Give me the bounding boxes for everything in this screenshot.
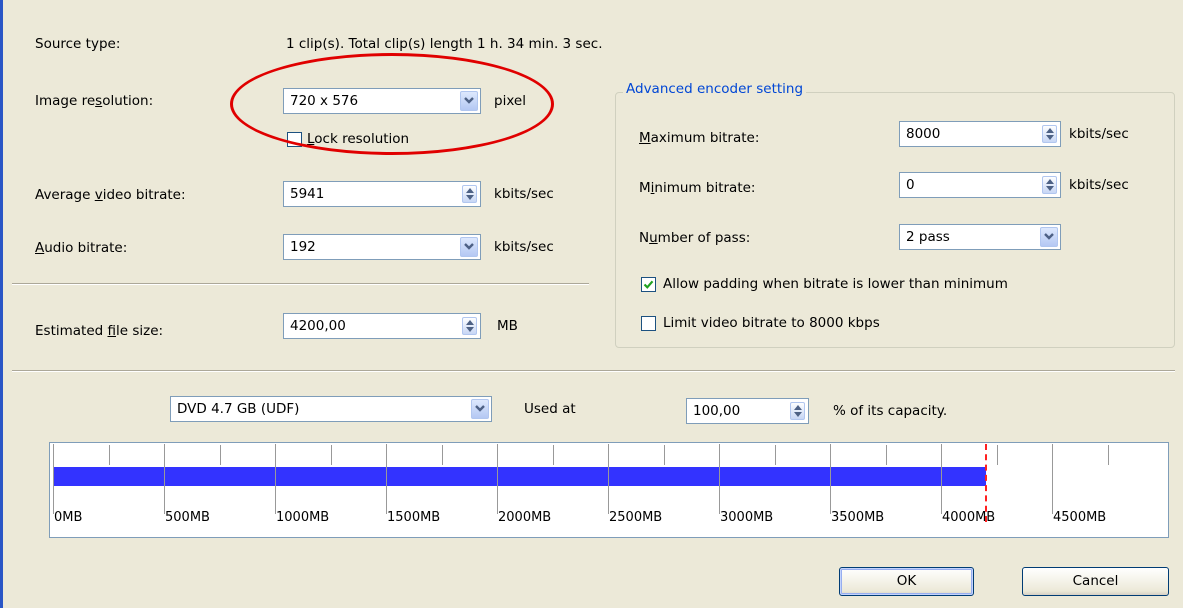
ruler-tick	[497, 444, 498, 514]
max-bitrate-unit: kbits/sec	[1069, 126, 1129, 142]
ruler-tick	[941, 444, 942, 514]
capacity-percent-spinner[interactable]: 100,00	[686, 398, 809, 424]
avg-video-bitrate-unit: kbits/sec	[494, 186, 554, 202]
ruler-label: 2500MB	[609, 510, 663, 525]
number-of-pass-value: 2 pass	[906, 229, 950, 245]
image-resolution-label: Image resolution:	[35, 93, 154, 109]
ruler-tick	[219, 445, 221, 465]
avg-video-bitrate-spinner[interactable]: 5941	[283, 181, 481, 207]
ruler-label: 1500MB	[387, 510, 441, 525]
audio-bitrate-select[interactable]: 192	[283, 234, 481, 260]
allow-padding-label: Allow padding when bitrate is lower than…	[663, 276, 1008, 292]
ruler-tick	[885, 445, 887, 465]
spinner-arrows-icon[interactable]	[790, 402, 805, 420]
spinner-arrows-icon[interactable]	[462, 185, 477, 203]
highlight-ellipse	[230, 53, 554, 155]
spinner-arrows-icon[interactable]	[1042, 125, 1057, 143]
ruler-tick	[108, 445, 110, 465]
ruler-label: 3000MB	[720, 510, 774, 525]
ruler-tick	[1052, 444, 1053, 514]
audio-bitrate-value: 192	[290, 239, 316, 255]
ruler-label: 4500MB	[1053, 510, 1107, 525]
ruler-label: 1000MB	[276, 510, 330, 525]
file-size-value: 4200,00	[290, 318, 346, 334]
min-bitrate-label: Minimum bitrate:	[639, 180, 756, 196]
ruler-tick	[53, 444, 54, 514]
file-size-unit: MB	[497, 318, 518, 334]
chevron-down-icon[interactable]	[460, 237, 478, 257]
ruler-tick	[719, 444, 720, 514]
ruler-tick	[663, 445, 665, 465]
ruler-tick	[386, 444, 387, 514]
ruler-tick	[552, 445, 554, 465]
main-separator	[12, 370, 1175, 372]
disc-type-select[interactable]: DVD 4.7 GB (UDF)	[170, 396, 492, 422]
estimated-file-size-label: Estimated file size:	[35, 323, 164, 339]
ruler-tick	[441, 445, 443, 465]
ruler-label: 4000MB	[942, 510, 996, 525]
min-bitrate-value: 0	[906, 177, 915, 193]
avg-video-bitrate-label: Average video bitrate:	[35, 187, 186, 203]
limit-video-bitrate-checkbox[interactable]	[641, 316, 656, 331]
ruler-label: 500MB	[165, 510, 210, 525]
capacity-ruler: 0MB 500MB 1000MB 1500MB 2000MB 2500MB 3000MB 35…	[49, 442, 1169, 538]
ruler-tick	[164, 444, 165, 514]
window-edge	[0, 0, 3, 608]
min-bitrate-spinner[interactable]: 0	[899, 172, 1061, 198]
source-type-value: 1 clip(s). Total clip(s) length 1 h. 34 …	[286, 36, 603, 52]
used-space-bar	[54, 467, 987, 486]
ruler-label: 3500MB	[831, 510, 885, 525]
max-bitrate-label: Maximum bitrate:	[639, 130, 760, 146]
ruler-label: 0MB	[54, 510, 83, 525]
capacity-percent-label: % of its capacity.	[833, 403, 948, 419]
audio-bitrate-label: Audio bitrate:	[35, 240, 128, 256]
ruler-tick	[608, 444, 609, 514]
min-bitrate-unit: kbits/sec	[1069, 177, 1129, 193]
ruler-tick	[1107, 445, 1109, 465]
cancel-button[interactable]: Cancel	[1022, 567, 1169, 596]
limit-video-bitrate-label: Limit video bitrate to 8000 kbps	[663, 315, 880, 331]
spinner-arrows-icon[interactable]	[1042, 176, 1057, 194]
ruler-tick	[774, 445, 776, 465]
avg-video-bitrate-value: 5941	[290, 186, 325, 202]
ruler-label: 2000MB	[498, 510, 552, 525]
number-of-pass-label: Number of pass:	[639, 230, 751, 246]
advanced-encoder-title: Advanced encoder setting	[623, 81, 807, 97]
max-bitrate-value: 8000	[906, 126, 941, 142]
allow-padding-checkbox[interactable]	[641, 277, 656, 292]
spinner-arrows-icon[interactable]	[462, 317, 477, 335]
source-type-label: Source type:	[35, 36, 121, 52]
ruler-tick	[330, 445, 332, 465]
ruler-tick	[275, 444, 276, 514]
used-at-label: Used at	[524, 401, 576, 417]
chevron-down-icon[interactable]	[471, 399, 489, 419]
left-separator	[12, 283, 589, 285]
chevron-down-icon[interactable]	[1040, 227, 1058, 247]
ruler-tick	[830, 444, 831, 514]
file-size-spinner[interactable]: 4200,00	[283, 313, 481, 339]
disc-type-value: DVD 4.7 GB (UDF)	[177, 401, 300, 417]
audio-bitrate-unit: kbits/sec	[494, 239, 554, 255]
max-bitrate-spinner[interactable]: 8000	[899, 121, 1061, 147]
ok-button[interactable]: OK	[839, 567, 974, 596]
checkmark-icon	[643, 280, 654, 289]
ruler-tick	[996, 445, 998, 465]
number-of-pass-select[interactable]: 2 pass	[899, 224, 1061, 250]
capacity-percent-value: 100,00	[693, 403, 741, 419]
